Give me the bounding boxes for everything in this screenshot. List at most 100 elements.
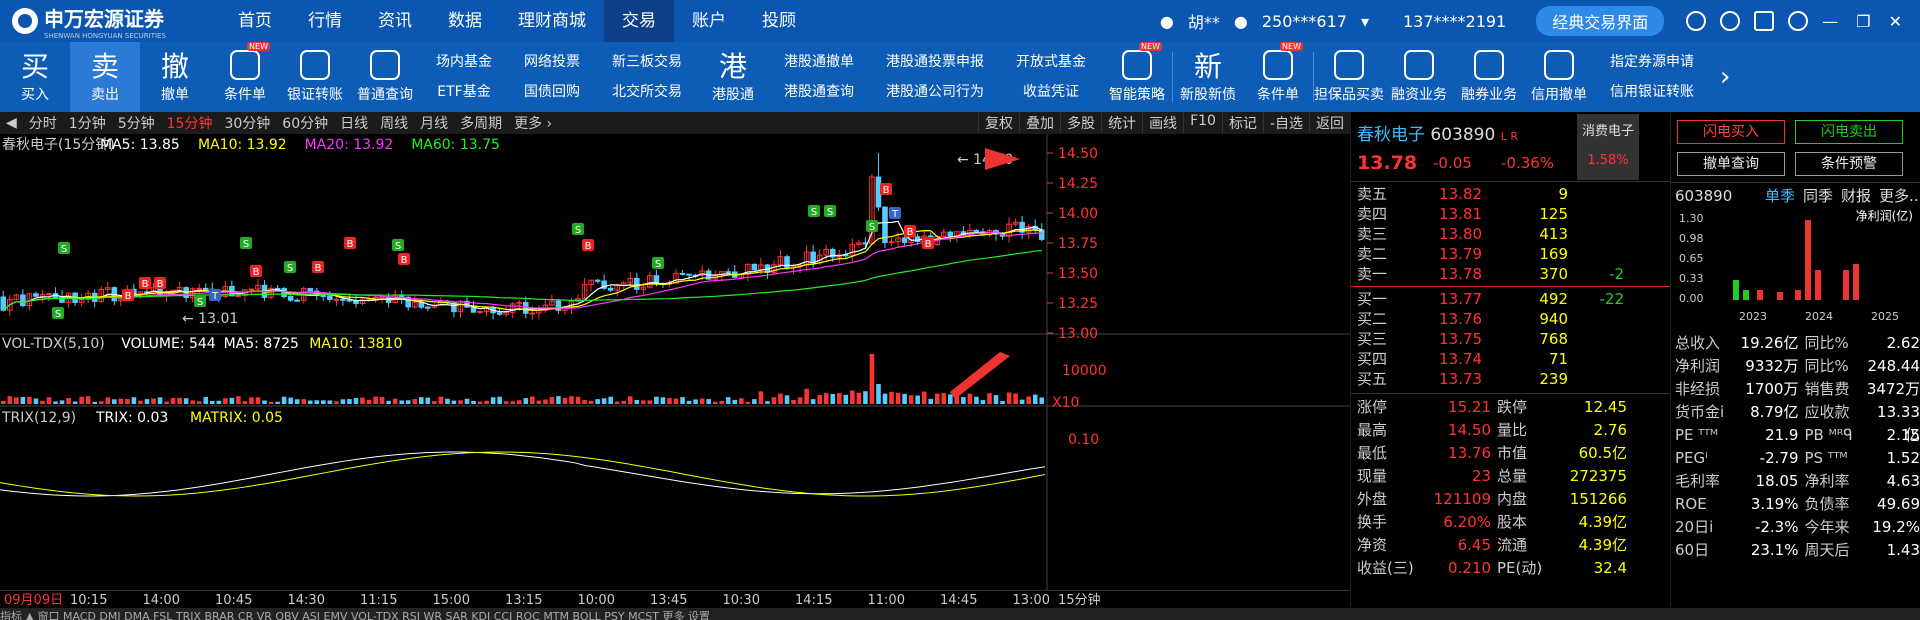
chart-tool-4[interactable]: 画线 [1142,113,1183,133]
tb-query[interactable]: 普通查询 [350,42,420,112]
period-4[interactable]: 30分钟 [218,113,276,133]
fin-tab-0[interactable]: 单季 [1765,183,1795,208]
bid-row-3[interactable]: 买四 13.74 71 [1351,349,1670,369]
chevron-down-icon[interactable]: ▾ [1361,12,1369,31]
tb-main-0[interactable]: 买买入 [0,42,70,112]
chart-tool-2[interactable]: 多股 [1060,113,1101,133]
tb-pair2-2-bottom[interactable]: 收益凭证 [1023,77,1079,107]
tb-pair-0-bottom[interactable]: ETF基金 [437,77,490,107]
period-left-icon[interactable]: ◀ [0,115,23,131]
nav-item-2[interactable]: 资讯 [360,0,430,42]
chart-tool-0[interactable]: 复权 [978,113,1019,133]
cancel-query-button[interactable]: 撤单查询 [1677,152,1785,176]
nav-item-3[interactable]: 数据 [430,0,500,42]
account-number[interactable]: 250***617 [1262,12,1347,31]
chart-tool-6[interactable]: 标记 [1221,113,1263,133]
period-0[interactable]: 分时 [23,113,63,133]
chart-tool-1[interactable]: 叠加 [1019,113,1060,133]
minimize-icon[interactable]: — [1822,12,1838,31]
tb-pair3-bottom[interactable]: 信用银证转账 [1610,77,1694,107]
volume-bar [33,398,39,404]
trade-marker-label: B [315,263,322,274]
tb-pair2-1-top[interactable]: 港股通投票申报 [886,47,984,77]
tb-pair2-2-top[interactable]: 开放式基金 [1016,47,1086,77]
nav-item-5[interactable]: 交易 [604,0,674,42]
nav-item-6[interactable]: 账户 [674,0,744,42]
nav-item-4[interactable]: 理财商城 [500,0,604,42]
classic-mode-button[interactable]: 经典交易界面 [1536,6,1665,36]
tb-credit-2[interactable]: 融券业务 [1454,42,1524,112]
period-3[interactable]: 15分钟 [161,113,219,133]
nav-item-0[interactable]: 首页 [220,0,290,42]
nav-item-1[interactable]: 行情 [290,0,360,42]
bid-row-0[interactable]: 买一 13.77 492 -22 [1351,289,1670,309]
gear-icon[interactable] [1788,11,1809,31]
tb-ipo[interactable]: 新新股新债 [1173,42,1243,112]
volume-bar [876,384,881,404]
tb-pair2-0-bottom[interactable]: 港股通查询 [784,77,854,107]
user-name[interactable]: 胡** [1188,9,1220,33]
tb-pair2-1-bottom[interactable]: 港股通公司行为 [886,77,984,107]
ask-row-3[interactable]: 卖二 13.79 169 [1351,244,1670,264]
bid-row-2[interactable]: 买三 13.75 768 [1351,329,1670,349]
fin-tab-2[interactable]: 财报 [1841,183,1871,208]
fin-tab-3[interactable]: 更多.. [1879,183,1919,208]
tb-credit-0[interactable]: 担保品买卖 [1314,42,1384,112]
flash-sell-button[interactable]: 闪电卖出 [1795,120,1903,144]
tb-pair-1-top[interactable]: 网络投票 [524,47,580,77]
restore-icon[interactable]: ❐ [1856,12,1870,31]
tb-pair-1-bottom[interactable]: 国债回购 [524,77,580,107]
period-8[interactable]: 月线 [414,113,454,133]
tb-credit-1[interactable]: 融资业务 [1384,42,1454,112]
tb-pair-2-bottom[interactable]: 北交所交易 [612,77,682,107]
volume-bar [451,400,457,404]
condition-alert-button[interactable]: 条件预警 [1795,152,1903,176]
flash-buy-button[interactable]: 闪电买入 [1677,120,1785,144]
tb-hk[interactable]: 港港股通 [698,42,768,112]
bid-row-1[interactable]: 买二 13.76 940 [1351,309,1670,329]
period-10[interactable]: 更多 › [508,113,558,133]
ask-row-2[interactable]: 卖三 13.80 413 [1351,224,1670,244]
matrix-line [0,451,1046,497]
chevron-right-icon[interactable]: › [1710,62,1740,92]
tb-pair2-0-top[interactable]: 港股通撤单 [784,47,854,77]
tb-pair-0-top[interactable]: 场内基金 [436,47,492,77]
ask-row-4[interactable]: 卖一 13.78 370 -2 [1351,264,1670,284]
tb-condition-2[interactable]: NEW 条件单 [1243,42,1313,112]
chart-tool-3[interactable]: 统计 [1101,113,1142,133]
refresh-icon[interactable] [1686,11,1707,31]
fin-tab-1[interactable]: 同季 [1803,183,1833,208]
price-tick-2: 14.00 [1058,206,1098,222]
tb-pair-2-top[interactable]: 新三板交易 [612,47,682,77]
period-7[interactable]: 周线 [374,113,414,133]
chart-tool-7[interactable]: -自选 [1262,113,1309,133]
volume-bar [510,401,516,404]
headset-icon[interactable] [1720,11,1741,31]
ask-row-0[interactable]: 卖五 13.82 9 [1351,184,1670,204]
close-icon[interactable]: ✕ [1889,12,1902,31]
tb-main-1[interactable]: 卖卖出 [70,42,140,112]
period-2[interactable]: 5分钟 [112,113,161,133]
period-6[interactable]: 日线 [334,113,374,133]
grid-icon[interactable] [1754,11,1775,31]
sector-badge[interactable]: 消费电子 1.58% [1577,114,1639,180]
volume-bar [27,396,32,404]
period-5[interactable]: 60分钟 [276,113,334,133]
tb-condition[interactable]: NEW 条件单 [210,42,280,112]
stock-name[interactable]: 春秋电子 603890 L R [1357,120,1518,145]
nav-item-7[interactable]: 投顾 [744,0,814,42]
bid-row-4[interactable]: 买五 13.73 239 [1351,369,1670,389]
chart-svg[interactable]: 春秋电子(15分钟)MA5: 13.85 MA10: 13.92 MA20: 13.… [0,134,1350,590]
period-1[interactable]: 1分钟 [63,113,112,133]
tb-main-2[interactable]: 撤撤单 [140,42,210,112]
tb-credit-3[interactable]: 信用撤单 [1524,42,1594,112]
indicator-bar[interactable]: 指标 ▲ 窗口 MACD DMI DMA FSL TRIX BRAR CR VR… [0,608,1920,620]
chart-tool-8[interactable]: 返回 [1309,113,1350,133]
ask-row-1[interactable]: 卖四 13.81 125 [1351,204,1670,224]
tb-strategy[interactable]: NEW 智能策略 [1102,42,1172,112]
chart-tool-5[interactable]: F10 [1183,113,1222,133]
tb-transfer[interactable]: 银证转账 [280,42,350,112]
kline-chart[interactable]: 春秋电子(15分钟) MA5: 13.85 MA10: 13.92 MA20: 13.… [0,134,1350,606]
tb-pair3-top[interactable]: 指定券源申请 [1610,47,1694,77]
period-9[interactable]: 多周期 [454,113,508,133]
